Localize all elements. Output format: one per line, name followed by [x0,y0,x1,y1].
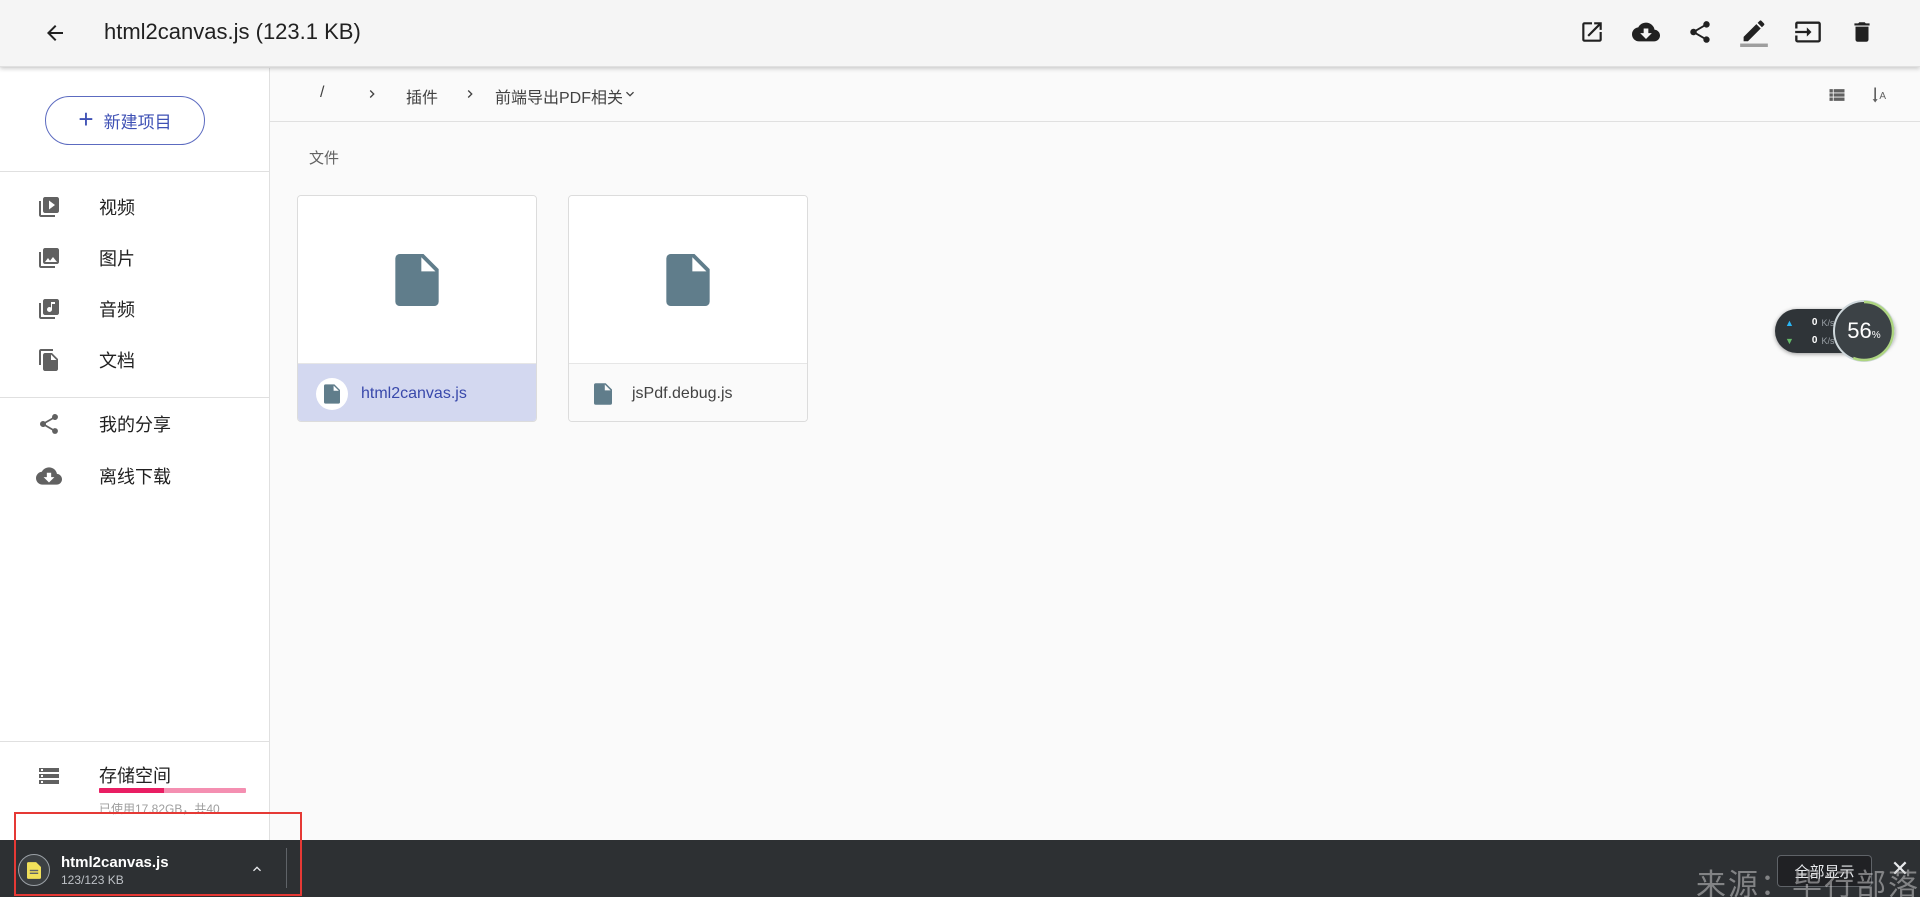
documents-icon [36,347,62,373]
sidebar-item-video[interactable]: 视频 [0,183,269,231]
storage-progress-fill [99,788,165,793]
chevron-right-icon [467,90,473,98]
sidebar-item-images[interactable]: 图片 [0,234,269,282]
trash-icon [1854,22,1870,42]
cloud-download-icon [1632,22,1660,42]
sidebar-divider [0,397,269,398]
file-card[interactable]: jsPdf.debug.js [568,195,808,422]
sort-button[interactable]: A [1870,84,1892,106]
file-icon [316,378,348,410]
download-button[interactable] [1630,14,1662,50]
svg-text:A: A [1879,91,1886,102]
back-button[interactable] [40,18,70,48]
file-name: jsPdf.debug.js [632,385,733,402]
sort-alpha-icon: A [1872,87,1886,103]
download-file-name: html2canvas.js [61,854,169,871]
sidebar-item-label: 文档 [99,351,135,371]
sidebar-divider [0,741,269,742]
delete-button[interactable] [1846,14,1878,50]
download-file-size: 123/123 KB [61,873,124,887]
sidebar-item-label: 我的分享 [99,415,171,435]
breadcrumb: / 插件 前端导出PDF相关 A [270,68,1920,122]
breadcrumb-item-current[interactable]: 前端导出PDF相关 [495,84,623,108]
file-card-footer: jsPdf.debug.js [569,364,807,421]
open-external-button[interactable] [1576,14,1608,50]
app-bar: html2canvas.js (123.1 KB) [0,0,1920,67]
sidebar-item-label: 图片 [99,249,135,269]
file-name: html2canvas.js [361,385,467,402]
arrow-up-icon: ▲ [1785,317,1794,328]
sidebar-item-label: 离线下载 [99,467,171,487]
js-file-icon [18,854,50,886]
share-icon [1690,21,1710,43]
open-in-new-icon [1582,22,1602,42]
breadcrumb-root[interactable]: / [320,84,324,102]
sidebar-item-offline-download[interactable]: 离线下载 [0,452,269,500]
cloud-download-icon [36,463,62,489]
storage-title[interactable]: 存储空间 [99,762,171,788]
download-separator [286,848,287,888]
file-card-footer: html2canvas.js [298,364,536,421]
sidebar-item-label: 视频 [99,198,135,218]
storage-progress [99,788,246,793]
download-item[interactable]: html2canvas.js 123/123 KB [18,852,268,888]
file-thumbnail [569,196,807,364]
file-icon [395,253,439,306]
share-button[interactable] [1684,14,1716,50]
sidebar-item-documents[interactable]: 文档 [0,336,269,384]
music-library-icon [36,296,62,322]
sidebar-item-label: 音频 [99,300,135,320]
rename-button[interactable] [1738,14,1770,50]
section-label-files: 文件 [309,150,340,167]
move-button[interactable] [1792,14,1824,50]
memory-gauge[interactable]: 56 % [1833,300,1895,362]
arrow-left-icon [47,25,63,41]
new-item-button[interactable]: + 新建项目 [45,96,205,145]
file-thumbnail [298,196,536,364]
file-card[interactable]: html2canvas.js [297,195,537,422]
move-to-icon [1795,21,1821,43]
gauge-ring [1833,300,1895,362]
video-library-icon [36,194,62,220]
file-icon [666,253,710,306]
page-title: html2canvas.js (123.1 KB) [104,19,361,44]
sidebar-divider [0,171,269,172]
chevron-right-icon [369,90,375,98]
list-view-button[interactable] [1826,84,1848,106]
download-shelf: html2canvas.js 123/123 KB 全部显示 ✕ [0,840,1920,897]
watermark: 来源：毕行部落 [1696,868,1920,897]
storage-icon [36,764,62,788]
file-icon [587,378,619,410]
sidebar-item-my-shares[interactable]: 我的分享 [0,400,269,448]
new-item-label: 新建项目 [103,113,172,132]
plus-icon: + [78,104,94,134]
sidebar-item-audio[interactable]: 音频 [0,285,269,333]
list-view-icon [1829,89,1845,101]
breadcrumb-item-plugins[interactable]: 插件 [406,84,438,108]
sidebar: + 新建项目 视频 图片 音频 文档 我的分享 离线下载 [0,68,270,840]
share-icon [36,411,62,437]
chevron-down-icon[interactable] [622,86,638,102]
arrow-down-icon: ▼ [1785,335,1794,346]
chevron-up-icon[interactable] [248,860,266,878]
photo-library-icon [36,245,62,271]
storage-usage-text: 已使用17.82GB，共40 [99,802,220,816]
pencil-icon [1740,20,1768,47]
